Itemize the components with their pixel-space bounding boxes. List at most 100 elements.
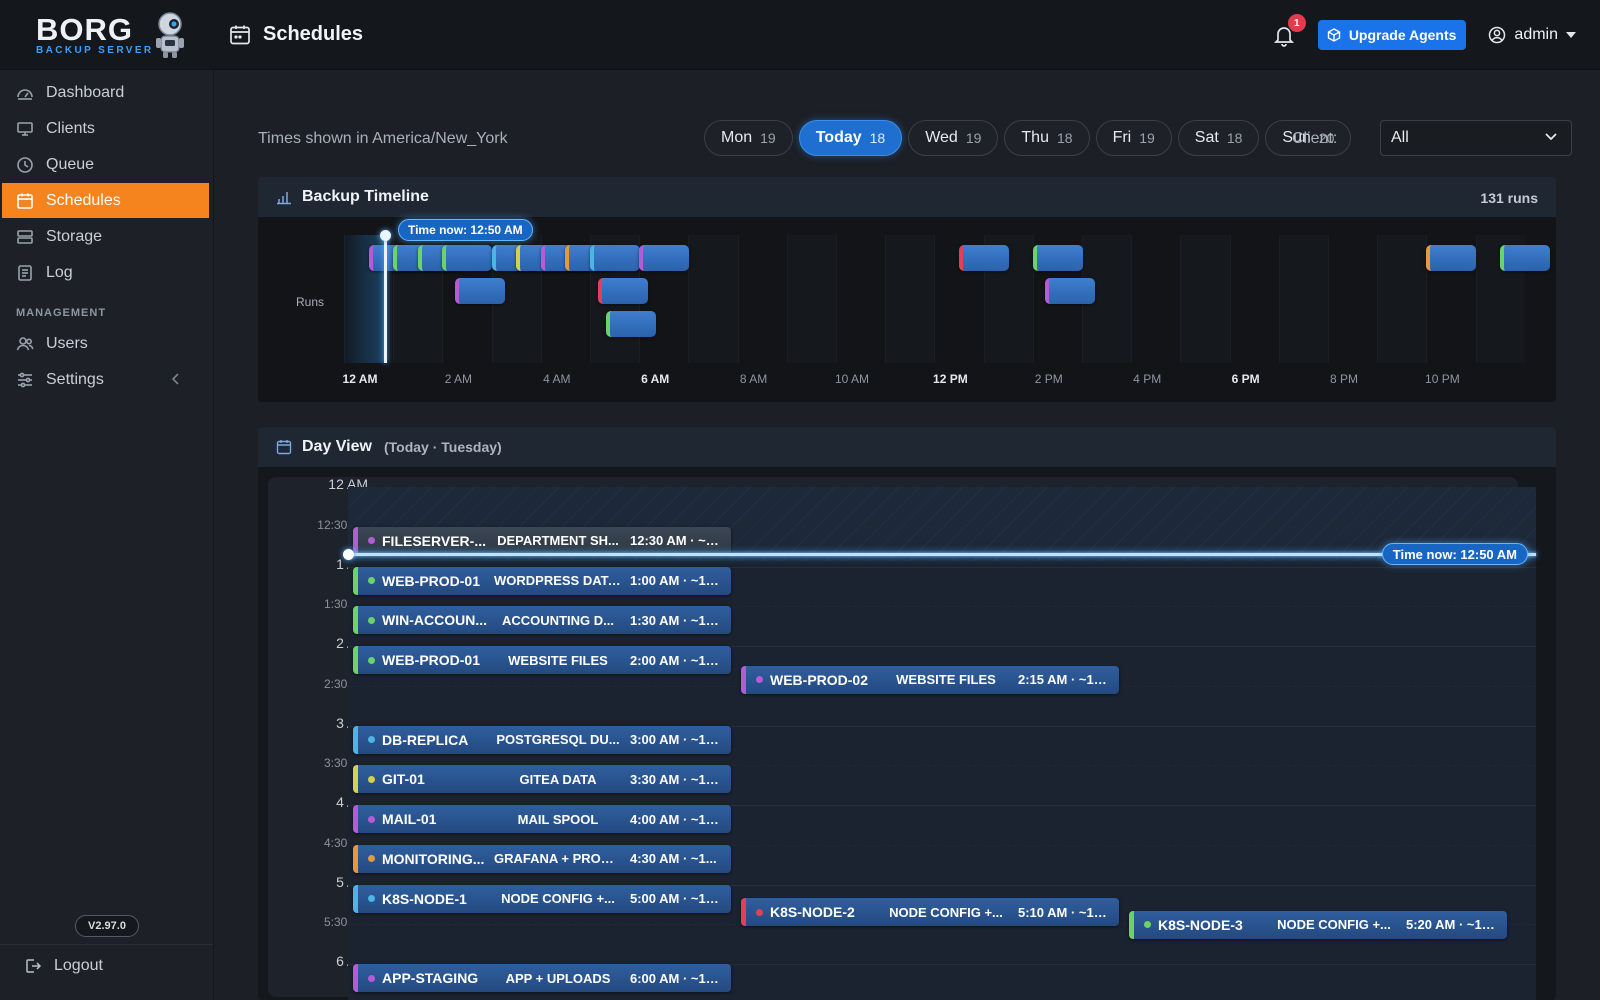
user-name: admin (1514, 26, 1558, 43)
timeline-run-bar[interactable] (606, 311, 657, 337)
sidebar-item-users[interactable]: Users (0, 326, 213, 361)
timeline-hour-column (885, 235, 935, 363)
scheduled-job-block[interactable]: WIN-ACCOUN... ACCOUNTING D... 1:30 AM · ~1… (353, 606, 731, 635)
timeline-axis-label: 2 AM (444, 372, 473, 386)
clock-icon (17, 156, 33, 173)
scheduled-job-block[interactable]: WEB-PROD-01 WORDPRESS DATA... 1:00 AM · ~1… (353, 566, 731, 595)
job-time: 1:00 AM · ~15... (630, 573, 724, 588)
brand-logo[interactable]: BORG BACKUP SERVER (0, 0, 214, 70)
calendar-icon (230, 25, 250, 44)
job-status-dot (368, 855, 375, 863)
robot-mascot-icon (156, 11, 184, 58)
timeline-hour-column (786, 235, 836, 363)
scheduled-job-block[interactable]: MAIL-01 MAIL SPOOL 4:00 AM · ~16... (353, 805, 731, 833)
day-tab-label: Thu (1021, 129, 1049, 146)
scheduled-job-block[interactable]: FILESERVER-... DEPARTMENT SH... 12:30 AM ·… (353, 526, 731, 555)
day-tab-mon[interactable]: Mon 19 (704, 120, 793, 156)
day-tab-today[interactable]: Today 18 (798, 120, 903, 156)
user-menu[interactable]: admin (1488, 26, 1576, 44)
job-time: 2:00 AM · ~15... (630, 652, 724, 668)
sidebar-item-dashboard[interactable]: Dashboard (0, 75, 213, 110)
scheduled-job-block[interactable]: APP-STAGING APP + UPLOADS 6:00 AM · ~15m..… (353, 964, 731, 992)
day-tab-count: 19 (760, 130, 776, 146)
chevron-left-icon[interactable] (171, 373, 181, 385)
timeline-axis-label: 10 PM (1425, 372, 1460, 386)
timeline-run-bar[interactable] (590, 245, 640, 271)
job-description: DEPARTMENT SH... (497, 533, 619, 549)
logout-label: Logout (54, 957, 103, 974)
scheduled-job-block[interactable]: DB-REPLICA POSTGRESQL DU... 3:00 AM · ~15.… (353, 725, 731, 754)
backup-timeline-card: Backup Timeline 131 runs Runs Time now: … (258, 177, 1556, 402)
timeline-run-bar[interactable] (639, 245, 690, 271)
job-time: 3:00 AM · ~15... (630, 732, 724, 747)
timeline-axis-label: 8 AM (739, 372, 768, 386)
top-bar: BORG BACKUP SERVER Schedules 1 Upgrade A… (0, 0, 1600, 70)
scheduled-job-block[interactable]: WEB-PROD-01 WEBSITE FILES 2:00 AM · ~15... (353, 646, 731, 674)
job-status-dot (368, 895, 375, 902)
timeline-run-bar[interactable] (454, 278, 505, 304)
chevron-down-icon (1545, 133, 1557, 141)
job-description: WEBSITE FILES (508, 652, 608, 668)
sidebar-item-clients[interactable]: Clients (0, 111, 213, 146)
day-tab-wed[interactable]: Wed 19 (908, 120, 999, 156)
timeline-run-bar[interactable] (1032, 245, 1083, 271)
bar-chart-icon (277, 192, 291, 205)
job-time: 6:00 AM · ~15m... (630, 970, 731, 986)
client-filter-value: All (1391, 129, 1409, 146)
timeline-hour-column (688, 235, 738, 363)
timeline-run-bar[interactable] (1045, 278, 1096, 304)
sidebar-item-label: Dashboard (46, 83, 125, 101)
day-view-card: Day View (Today · Tuesday) 12 AM1 AM2 AM… (258, 427, 1556, 1000)
timeline-axis-label: 8 PM (1329, 372, 1359, 386)
sidebar-item-settings[interactable]: Settings (0, 362, 213, 397)
logout-button[interactable]: Logout (24, 950, 103, 982)
sidebar-item-label: Settings (46, 370, 104, 388)
upgrade-agents-button[interactable]: Upgrade Agents (1317, 20, 1467, 50)
caret-down-icon (1566, 32, 1576, 38)
job-status-dot (756, 908, 763, 916)
sidebar-item-label: Clients (46, 119, 95, 137)
job-description: APP + UPLOADS (505, 970, 611, 986)
sidebar-item-log[interactable]: Log (0, 255, 213, 290)
timeline-axis-label: 4 AM (543, 372, 571, 386)
job-time: 3:30 AM · ~15... (630, 771, 724, 787)
scheduled-job-block[interactable]: GIT-01 GITEA DATA 3:30 AM · ~15... (353, 765, 731, 794)
timeline-run-bar[interactable] (1426, 245, 1477, 271)
client-filter-select[interactable]: All (1380, 120, 1572, 156)
scheduled-job-block[interactable]: MONITORING... GRAFANA + PROME... 4:30 AM ·… (353, 844, 731, 873)
sidebar-item-queue[interactable]: Queue (0, 147, 213, 182)
timeline-body: Runs Time now: 12:50 AM 12 AM 2 AM 4 AM 6 AM… (258, 217, 1556, 402)
job-client-name: WIN-ACCOUN... (382, 612, 487, 629)
timeline-axis-label: 12 AM (342, 372, 378, 386)
version-badge: V2.97.0 (75, 915, 139, 937)
log-icon (18, 264, 32, 281)
scheduled-job-block[interactable]: WEB-PROD-02 WEBSITE FILES 2:15 AM · ~15... (741, 665, 1119, 694)
day-tab-count: 19 (1139, 130, 1155, 146)
day-view-body: 12 AM1 AM2 AM3 AM4 AM5 AM6 AM12:30 AM1:3… (258, 467, 1556, 1000)
job-description: NODE CONFIG +... (501, 891, 615, 906)
day-tab-label: Today (815, 129, 862, 146)
timeline-run-bar[interactable] (959, 245, 1009, 271)
job-time: 5:20 AM · ~15... (1406, 917, 1500, 933)
timeline-run-bar[interactable] (442, 245, 493, 271)
day-tab-sat[interactable]: Sat 18 (1177, 120, 1260, 156)
scheduled-job-block[interactable]: K8S-NODE-3 NODE CONFIG +... 5:20 AM · ~15.… (1129, 910, 1507, 939)
job-client-name: APP-STAGING (382, 970, 479, 986)
client-filter-label: Client: (1292, 130, 1338, 147)
timeline-now-label: Time now: 12:50 AM (397, 219, 533, 241)
job-client-name: GIT-01 (382, 771, 425, 788)
scheduled-job-block[interactable]: K8S-NODE-1 NODE CONFIG +... 5:00 AM · ~15.… (353, 884, 731, 913)
day-tab-fri[interactable]: Fri 19 (1095, 120, 1172, 156)
sidebar-item-storage[interactable]: Storage (0, 219, 213, 254)
job-client-name: MAIL-01 (382, 811, 437, 827)
job-time: 4:30 AM · ~1... (630, 851, 717, 867)
day-tab-thu[interactable]: Thu 18 (1004, 120, 1090, 156)
timeline-run-bar[interactable] (1500, 245, 1551, 271)
scheduled-job-block[interactable]: K8S-NODE-2 NODE CONFIG +... 5:10 AM · ~15.… (741, 898, 1119, 926)
sidebar-item-label: Users (46, 334, 88, 352)
notifications-button[interactable]: 1 (1272, 14, 1306, 47)
sidebar-item-schedules[interactable]: Schedules (2, 183, 209, 218)
day-view-now-label: Time now: 12:50 AM (1381, 543, 1528, 566)
timeline-run-bar[interactable] (598, 278, 649, 304)
day-tab-label: Mon (721, 129, 753, 146)
